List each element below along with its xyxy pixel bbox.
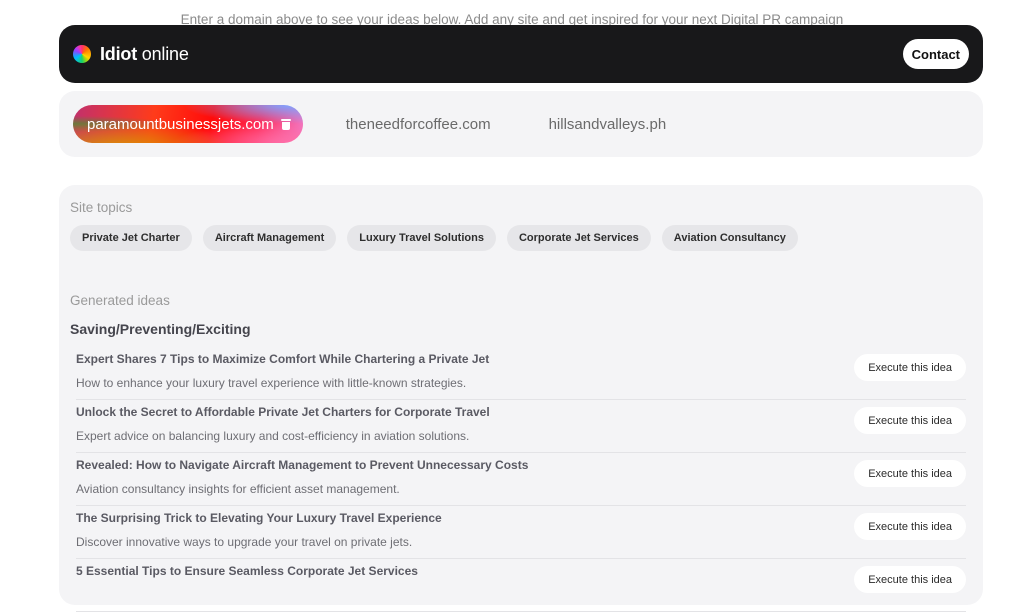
idea-row: Unlock the Secret to Affordable Private … [76, 400, 966, 453]
idea-description: Expert advice on balancing luxury and co… [76, 429, 470, 443]
idea-row: Revealed: How to Navigate Aircraft Manag… [76, 453, 966, 506]
domain-list: paramountbusinessjets.com theneedforcoff… [59, 91, 983, 157]
topic-chip[interactable]: Aviation Consultancy [661, 225, 798, 251]
generated-ideas-label: Generated ideas [70, 293, 170, 308]
idea-title: Revealed: How to Navigate Aircraft Manag… [76, 458, 529, 472]
idea-description: Discover innovative ways to upgrade your… [76, 535, 413, 549]
site-topics-label: Site topics [70, 200, 133, 215]
top-navbar: Idiot online Contact [59, 25, 983, 83]
idea-row: 5 Essential Tips to Ensure Seamless Corp… [76, 559, 966, 612]
trash-icon[interactable] [280, 118, 291, 130]
topic-chip[interactable]: Private Jet Charter [70, 225, 192, 251]
execute-idea-button[interactable]: Execute this idea [854, 354, 966, 381]
contact-button[interactable]: Contact [902, 39, 969, 69]
execute-idea-button[interactable]: Execute this idea [854, 566, 966, 593]
results-panel: Site topics Private Jet Charter Aircraft… [59, 185, 983, 612]
brand-name-light: online [137, 43, 189, 64]
domain-pill[interactable]: theneedforcoffee.com [332, 105, 505, 143]
topic-chip[interactable]: Aircraft Management [202, 225, 337, 251]
idea-title: Unlock the Secret to Affordable Private … [76, 405, 490, 419]
domain-pill-active[interactable]: paramountbusinessjets.com [73, 105, 303, 143]
topic-chip[interactable]: Luxury Travel Solutions [347, 225, 496, 251]
topic-chip[interactable]: Corporate Jet Services [506, 225, 651, 251]
idea-title: 5 Essential Tips to Ensure Seamless Corp… [76, 564, 418, 578]
idea-category-title: Saving/Preventing/Exciting [70, 321, 251, 337]
logo-icon [73, 45, 91, 63]
brand[interactable]: Idiot online [73, 44, 189, 65]
idea-title: The Surprising Trick to Elevating Your L… [76, 511, 442, 525]
execute-idea-button[interactable]: Execute this idea [854, 513, 966, 540]
domain-label: paramountbusinessjets.com [87, 115, 274, 133]
execute-idea-button[interactable]: Execute this idea [854, 460, 966, 487]
brand-name-bold: Idiot [100, 43, 137, 64]
idea-description: How to enhance your luxury travel experi… [76, 376, 467, 390]
idea-title: Expert Shares 7 Tips to Maximize Comfort… [76, 352, 490, 366]
execute-idea-button[interactable]: Execute this idea [854, 407, 966, 434]
idea-row: Expert Shares 7 Tips to Maximize Comfort… [76, 347, 966, 400]
idea-list: Expert Shares 7 Tips to Maximize Comfort… [76, 347, 966, 612]
domain-pill[interactable]: hillsandvalleys.ph [535, 105, 681, 143]
idea-description: Aviation consultancy insights for effici… [76, 482, 400, 496]
brand-name: Idiot online [100, 44, 189, 65]
topic-list: Private Jet Charter Aircraft Management … [70, 225, 972, 251]
idea-row: The Surprising Trick to Elevating Your L… [76, 506, 966, 559]
